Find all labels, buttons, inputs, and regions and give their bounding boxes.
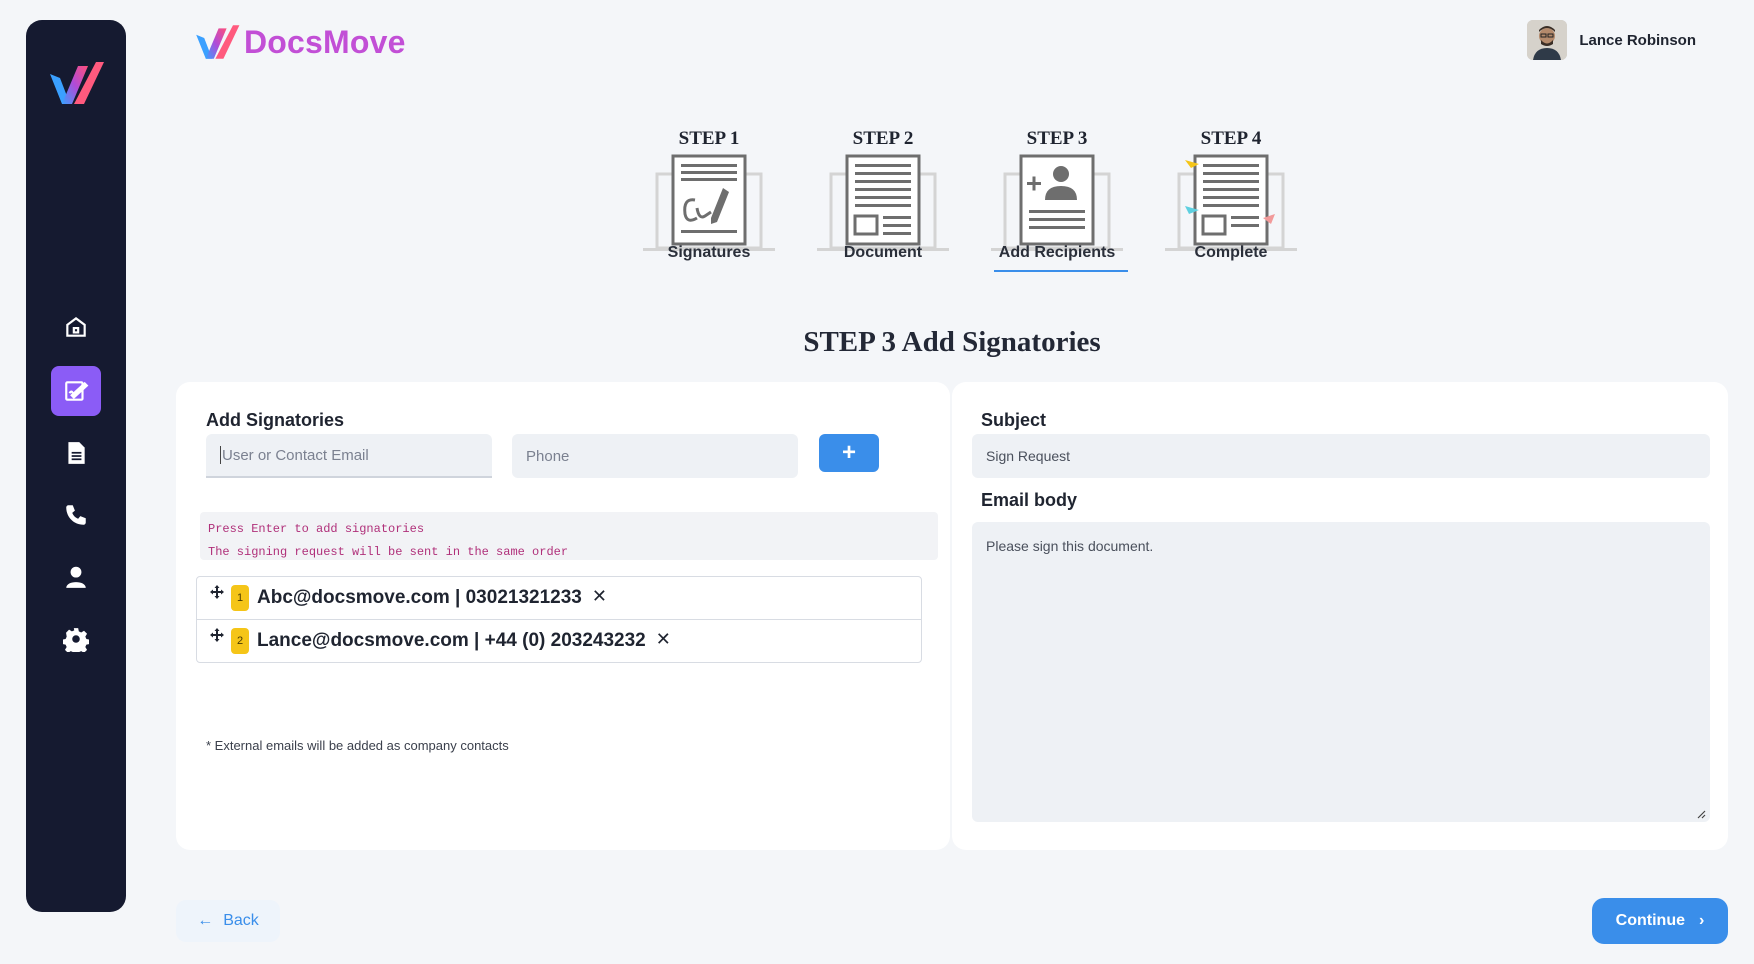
document-icon xyxy=(68,442,85,464)
step-label: Signatures xyxy=(667,244,751,261)
email-placeholder: User or Contact Email xyxy=(222,446,369,464)
step-title: STEP 1 xyxy=(678,128,740,149)
brand[interactable]: DocsMove xyxy=(194,22,406,62)
sign-document-icon xyxy=(65,381,89,401)
avatar-image xyxy=(1527,20,1568,60)
signatory-row[interactable]: 1 Abc@docsmove.com | 03021321233 ✕ xyxy=(197,577,921,619)
document-layout-icon xyxy=(817,154,949,251)
gear-icon xyxy=(63,628,89,652)
section-title: STEP 3 Add Signatories xyxy=(803,326,1101,358)
continue-button[interactable]: Continue › xyxy=(1592,898,1728,944)
email-card: Subject Sign Request Email body Please s… xyxy=(952,382,1728,850)
chevron-right-icon: › xyxy=(1699,912,1705,929)
subject-label: Subject xyxy=(981,410,1047,430)
add-recipient-document-icon xyxy=(991,154,1123,251)
drag-handle-icon[interactable] xyxy=(209,627,225,643)
text-caret xyxy=(220,446,221,464)
brand-name: DocsMove xyxy=(244,23,406,60)
complete-document-icon xyxy=(1165,154,1297,251)
step-4[interactable]: STEP 4 Complete xyxy=(1144,128,1318,264)
active-step-indicator xyxy=(994,270,1128,272)
step-progress: STEP 1 Signatures STEP 2 Document STEP 3… xyxy=(622,128,1318,272)
subject-value: Sign Request xyxy=(986,448,1071,464)
order-badge: 1 xyxy=(231,585,249,611)
signature-document-icon xyxy=(643,154,775,251)
back-label: Back xyxy=(223,912,259,929)
step-label: Complete xyxy=(1194,244,1268,261)
phone-placeholder: Phone xyxy=(526,447,570,465)
app-logo-icon[interactable] xyxy=(48,58,104,108)
close-icon[interactable]: ✕ xyxy=(656,629,671,650)
email-body-textarea[interactable]: Please sign this document. xyxy=(972,522,1710,822)
sidebar-item-documents[interactable] xyxy=(51,428,101,478)
order-badge: 2 xyxy=(231,628,249,654)
phone-icon xyxy=(66,505,86,525)
signatories-card: Add Signatories User or Contact Email Ph… xyxy=(176,382,950,850)
continue-label: Continue xyxy=(1615,912,1685,929)
arrow-left-icon: ← xyxy=(197,912,214,929)
step-3[interactable]: STEP 3 Add Recipients xyxy=(970,128,1144,272)
phone-input[interactable]: Phone xyxy=(512,434,798,478)
hint-box: Press Enter to add signatories The signi… xyxy=(200,512,938,560)
user-menu[interactable]: Lance Robinson xyxy=(1527,20,1696,60)
step-label: Add Recipients xyxy=(998,244,1116,261)
back-button[interactable]: ← Back xyxy=(176,900,280,942)
add-signatories-label: Add Signatories xyxy=(206,410,345,430)
hint-text: The signing request will be sent in the … xyxy=(208,545,569,559)
hint-text: Press Enter to add signatories xyxy=(208,522,425,536)
step-title: STEP 4 xyxy=(1200,128,1262,149)
email-body-value: Please sign this document. xyxy=(986,538,1154,554)
step-title: STEP 2 xyxy=(852,128,914,149)
user-icon xyxy=(66,566,86,588)
step-label: Document xyxy=(843,244,923,261)
subject-input[interactable]: Sign Request xyxy=(972,434,1710,478)
add-signatory-button[interactable]: + xyxy=(819,434,879,472)
user-name: Lance Robinson xyxy=(1579,31,1696,49)
email-body-label: Email body xyxy=(981,490,1078,510)
external-emails-note: * External emails will be added as compa… xyxy=(206,738,509,753)
step-1[interactable]: STEP 1 Signatures xyxy=(622,128,796,264)
sidebar-item-sign[interactable] xyxy=(51,366,101,416)
resize-handle-icon[interactable] xyxy=(1696,809,1706,819)
brand-logo-icon xyxy=(196,25,240,59)
sidebar xyxy=(26,20,126,912)
sidebar-item-profile[interactable] xyxy=(51,552,101,602)
signatory-text: Lance@docsmove.com | +44 (0) 203243232 xyxy=(257,630,646,651)
email-input[interactable]: User or Contact Email xyxy=(206,434,492,478)
signatory-list: 1 Abc@docsmove.com | 03021321233 ✕ 2 Lan… xyxy=(196,576,922,663)
step-title: STEP 3 xyxy=(1026,128,1088,149)
step-2[interactable]: STEP 2 Document xyxy=(796,128,970,264)
signatory-row[interactable]: 2 Lance@docsmove.com | +44 (0) 203243232… xyxy=(197,619,921,662)
signatory-text: Abc@docsmove.com | 03021321233 xyxy=(257,587,582,608)
drag-handle-icon[interactable] xyxy=(209,584,225,600)
avatar[interactable] xyxy=(1527,20,1568,60)
close-icon[interactable]: ✕ xyxy=(592,586,607,607)
sidebar-item-contacts[interactable] xyxy=(51,490,101,540)
sidebar-item-settings[interactable] xyxy=(51,614,101,664)
